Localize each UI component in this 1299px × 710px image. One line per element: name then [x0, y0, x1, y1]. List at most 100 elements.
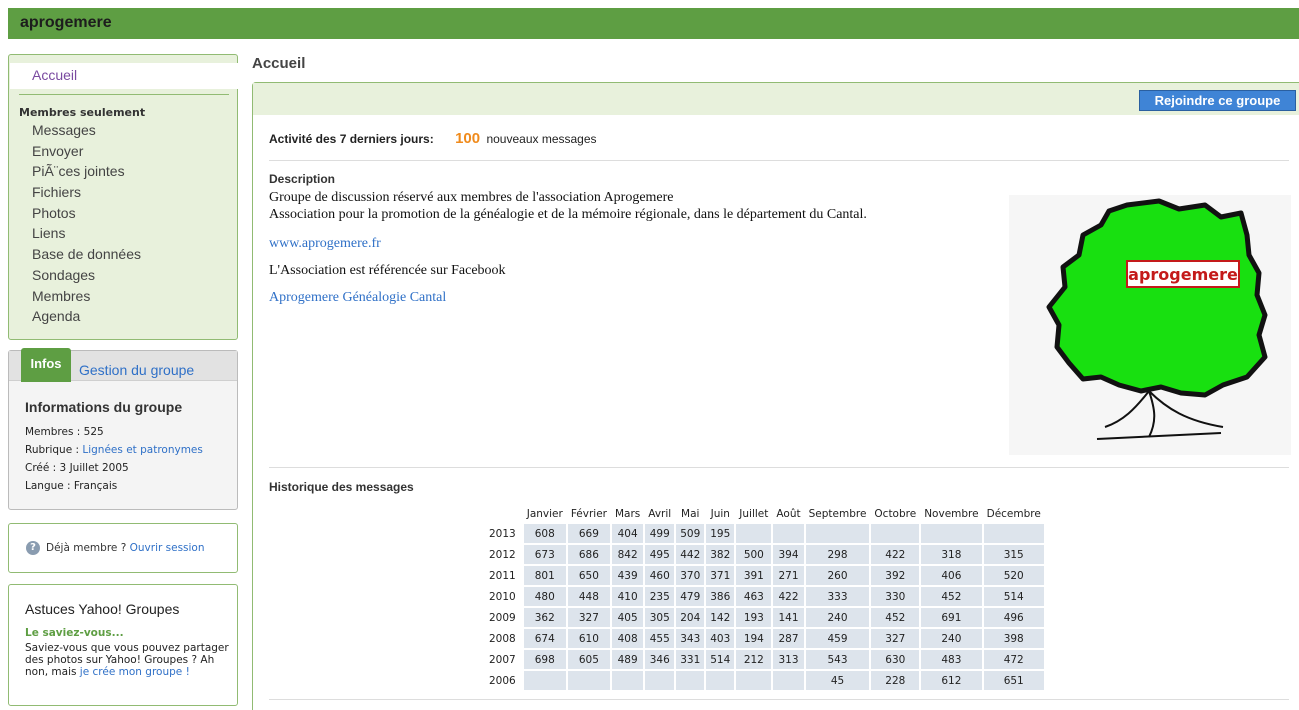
sidebar-item-members[interactable]: Membres — [32, 286, 141, 307]
month-count-cell[interactable]: 489 — [611, 650, 644, 669]
sidebar-item-attachments[interactable]: PiÃ¨ces jointes — [32, 161, 141, 182]
month-count-cell[interactable]: 605 — [567, 650, 610, 669]
month-count-cell[interactable]: 520 — [983, 566, 1044, 585]
month-count-cell[interactable]: 669 — [567, 524, 610, 543]
month-count-cell[interactable]: 260 — [805, 566, 870, 585]
month-count-cell[interactable]: 691 — [921, 608, 982, 627]
join-group-button[interactable]: Rejoindre ce groupe — [1139, 90, 1296, 111]
month-count-cell[interactable]: 410 — [611, 587, 644, 606]
month-count-cell[interactable]: 45 — [805, 671, 870, 690]
sidebar-item-home[interactable]: Accueil — [10, 63, 238, 89]
month-count-cell[interactable]: 448 — [567, 587, 610, 606]
month-count-cell[interactable]: 370 — [676, 566, 705, 585]
month-count-cell[interactable]: 331 — [676, 650, 705, 669]
month-count-cell[interactable]: 235 — [645, 587, 675, 606]
month-count-cell[interactable]: 610 — [567, 629, 610, 648]
website-link[interactable]: www.aprogemere.fr — [269, 236, 381, 252]
month-count-cell[interactable]: 483 — [921, 650, 982, 669]
create-group-link[interactable]: je crée mon groupe ! — [80, 666, 190, 678]
login-link[interactable]: Ouvrir session — [130, 542, 205, 554]
sidebar-item-messages[interactable]: Messages — [32, 120, 141, 141]
month-count-cell[interactable]: 305 — [645, 608, 675, 627]
month-count-cell[interactable]: 422 — [773, 587, 804, 606]
month-count-cell[interactable]: 801 — [523, 566, 566, 585]
month-count-cell[interactable]: 698 — [523, 650, 566, 669]
month-count-cell[interactable]: 452 — [921, 587, 982, 606]
month-count-cell[interactable]: 194 — [736, 629, 772, 648]
month-count-cell[interactable]: 404 — [611, 524, 644, 543]
month-count-cell[interactable]: 142 — [706, 608, 735, 627]
month-count-cell[interactable]: 422 — [871, 545, 920, 564]
month-count-cell[interactable]: 313 — [773, 650, 804, 669]
month-count-cell[interactable]: 318 — [921, 545, 982, 564]
month-count-cell[interactable]: 499 — [645, 524, 675, 543]
month-count-cell[interactable]: 240 — [921, 629, 982, 648]
tab-group-management[interactable]: Gestion du groupe — [79, 362, 194, 378]
month-count-cell[interactable]: 386 — [706, 587, 735, 606]
month-count-cell[interactable]: 204 — [676, 608, 705, 627]
sidebar-item-files[interactable]: Fichiers — [32, 182, 141, 203]
month-count-cell[interactable]: 195 — [706, 524, 735, 543]
month-count-cell[interactable]: 398 — [983, 629, 1044, 648]
month-count-cell[interactable]: 193 — [736, 608, 772, 627]
month-count-cell[interactable]: 608 — [523, 524, 566, 543]
month-count-cell[interactable]: 509 — [676, 524, 705, 543]
month-count-cell[interactable]: 514 — [983, 587, 1044, 606]
sidebar-item-database[interactable]: Base de données — [32, 244, 141, 265]
month-count-cell[interactable]: 651 — [983, 671, 1044, 690]
month-count-cell[interactable]: 842 — [611, 545, 644, 564]
month-count-cell[interactable]: 330 — [871, 587, 920, 606]
month-count-cell[interactable]: 315 — [983, 545, 1044, 564]
month-count-cell[interactable]: 343 — [676, 629, 705, 648]
month-count-cell[interactable]: 371 — [706, 566, 735, 585]
month-count-cell[interactable]: 514 — [706, 650, 735, 669]
month-count-cell[interactable]: 442 — [676, 545, 705, 564]
month-count-cell[interactable]: 362 — [523, 608, 566, 627]
sidebar-item-home-label[interactable]: Accueil — [32, 67, 77, 83]
sidebar-item-links[interactable]: Liens — [32, 223, 141, 244]
facebook-link[interactable]: Aprogemere Généalogie Cantal — [269, 290, 446, 306]
sidebar-item-photos[interactable]: Photos — [32, 203, 141, 224]
month-count-cell[interactable]: 630 — [871, 650, 920, 669]
month-count-cell[interactable]: 455 — [645, 629, 675, 648]
month-count-cell[interactable]: 439 — [611, 566, 644, 585]
month-count-cell[interactable]: 406 — [921, 566, 982, 585]
month-count-cell[interactable]: 327 — [871, 629, 920, 648]
month-count-cell[interactable]: 228 — [871, 671, 920, 690]
month-count-cell[interactable]: 405 — [611, 608, 644, 627]
month-count-cell[interactable]: 543 — [805, 650, 870, 669]
sidebar-item-polls[interactable]: Sondages — [32, 265, 141, 286]
month-count-cell[interactable]: 480 — [523, 587, 566, 606]
sidebar-item-send[interactable]: Envoyer — [32, 141, 141, 162]
group-name-header[interactable]: aprogemere — [20, 14, 112, 32]
month-count-cell[interactable]: 346 — [645, 650, 675, 669]
sidebar-item-calendar[interactable]: Agenda — [32, 306, 141, 327]
month-count-cell[interactable]: 463 — [736, 587, 772, 606]
month-count-cell[interactable]: 686 — [567, 545, 610, 564]
month-count-cell[interactable]: 612 — [921, 671, 982, 690]
month-count-cell[interactable]: 391 — [736, 566, 772, 585]
month-count-cell[interactable]: 212 — [736, 650, 772, 669]
month-count-cell[interactable]: 650 — [567, 566, 610, 585]
month-count-cell[interactable]: 394 — [773, 545, 804, 564]
tab-info[interactable]: Infos — [21, 348, 71, 382]
month-count-cell[interactable]: 141 — [773, 608, 804, 627]
month-count-cell[interactable]: 298 — [805, 545, 870, 564]
month-count-cell[interactable]: 382 — [706, 545, 735, 564]
month-count-cell[interactable]: 495 — [645, 545, 675, 564]
month-count-cell[interactable]: 460 — [645, 566, 675, 585]
category-link[interactable]: Lignées et patronymes — [82, 444, 202, 456]
month-count-cell[interactable]: 674 — [523, 629, 566, 648]
month-count-cell[interactable]: 403 — [706, 629, 735, 648]
month-count-cell[interactable]: 673 — [523, 545, 566, 564]
month-count-cell[interactable]: 392 — [871, 566, 920, 585]
month-count-cell[interactable]: 287 — [773, 629, 804, 648]
month-count-cell[interactable]: 500 — [736, 545, 772, 564]
month-count-cell[interactable]: 496 — [983, 608, 1044, 627]
month-count-cell[interactable]: 327 — [567, 608, 610, 627]
month-count-cell[interactable]: 333 — [805, 587, 870, 606]
month-count-cell[interactable]: 479 — [676, 587, 705, 606]
month-count-cell[interactable]: 452 — [871, 608, 920, 627]
month-count-cell[interactable]: 472 — [983, 650, 1044, 669]
month-count-cell[interactable]: 240 — [805, 608, 870, 627]
